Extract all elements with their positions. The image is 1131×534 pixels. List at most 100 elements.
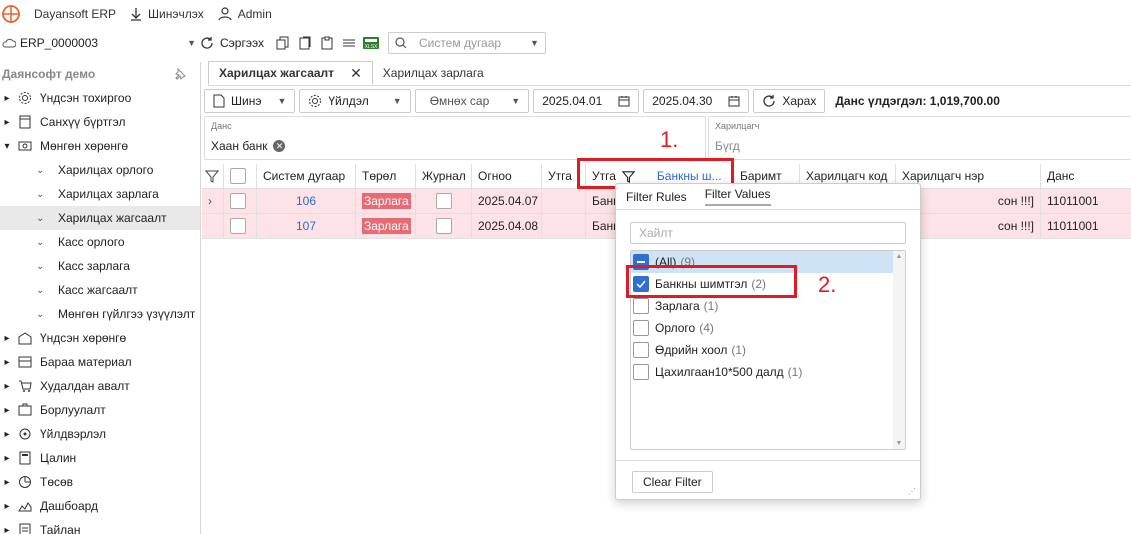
date-from-input[interactable]: 2025.04.01 <box>533 89 640 113</box>
sidebar-item[interactable]: ⌄ Касс орлого <box>0 230 200 254</box>
filter-value-checkbox[interactable] <box>633 342 649 358</box>
excel-export-icon[interactable]: XLSX <box>360 32 382 54</box>
document-icon <box>213 94 225 108</box>
cell-utga <box>542 189 586 213</box>
header-date[interactable]: Огноо <box>472 164 542 188</box>
partner-filter[interactable]: Харилцагч Бүгд <box>708 116 1131 160</box>
inventory-icon <box>14 355 36 369</box>
sidebar-item[interactable]: ▸ Борлуулалт <box>0 398 200 422</box>
sidebar: Даянсофт демо ▸ Үндсэн тохиргоо ▸ Санхүү бү… <box>0 62 201 534</box>
chevron-down-icon: ▼ <box>511 96 521 106</box>
expand-arrow-icon[interactable]: ▸ <box>0 405 14 416</box>
sidebar-item[interactable]: ⌄ Харилцах жагсаалт <box>0 206 200 230</box>
filter-value-item[interactable]: Орлого (4) <box>631 317 905 339</box>
sidebar-item[interactable]: ▸ Үндсэн хөрөнгө <box>0 326 200 350</box>
date-to-input[interactable]: 2025.04.30 <box>643 89 750 113</box>
clear-filter-button[interactable]: Clear Filter <box>632 471 713 493</box>
list-scrollbar[interactable]: ▲ ▼ <box>893 251 905 449</box>
new-button[interactable]: Шинэ ▼ <box>204 89 296 113</box>
filter-value-item[interactable]: Өдрийн хоол (1) <box>631 339 905 361</box>
scroll-up-icon[interactable]: ▲ <box>893 253 905 260</box>
period-label: Өмнөх сар <box>429 94 490 108</box>
sidebar-item[interactable]: ▸ Үндсэн тохиргоо <box>0 86 200 110</box>
sidebar-item[interactable]: ▸ Төсөв <box>0 470 200 494</box>
sidebar-item[interactable]: ▾ Мөнгөн хөрөнгө <box>0 134 200 158</box>
sidebar-item[interactable]: ▸ Дашбоард <box>0 494 200 518</box>
expand-arrow-icon[interactable]: ▸ <box>0 525 14 534</box>
sidebar-item[interactable]: ▸ Тайлан <box>0 518 200 534</box>
tab-filter-rules[interactable]: Filter Rules <box>626 190 687 204</box>
app-logo[interactable]: Dayansoft ERP <box>2 5 116 23</box>
refresh-button[interactable]: Сэргээх <box>196 31 268 55</box>
cell-account: 11011001 <box>1047 219 1099 233</box>
row-checkbox[interactable] <box>224 214 257 238</box>
cell-journal[interactable] <box>416 189 472 213</box>
filter-value-checkbox[interactable] <box>633 320 649 336</box>
update-button[interactable]: Шинэчлэх <box>130 7 204 21</box>
expand-arrow-icon[interactable]: ▸ <box>0 501 14 512</box>
tab-harilcah-zarlaga[interactable]: Харилцах зарлага <box>373 61 494 85</box>
clipboard-icon[interactable] <box>316 32 338 54</box>
sidebar-item[interactable]: ⌄ Харилцах орлого <box>0 158 200 182</box>
filter-value-checkbox[interactable] <box>633 364 649 380</box>
copy-icon[interactable] <box>272 32 294 54</box>
close-icon[interactable]: ✕ <box>350 65 362 82</box>
expand-arrow-icon[interactable]: ▸ <box>0 429 14 440</box>
sidebar-item[interactable]: ▸ Цалин <box>0 446 200 470</box>
header-journal[interactable]: Журнал <box>416 164 472 188</box>
sidebar-item[interactable]: ⌄ Касс зарлага <box>0 254 200 278</box>
cell-system-number[interactable]: 106 <box>257 189 356 213</box>
filter-search-input[interactable]: Хайлт <box>630 222 906 244</box>
tab-harilcah-jagsaalt[interactable]: Харилцах жагсаалт ✕ <box>208 61 373 85</box>
view-button[interactable]: Харах <box>753 89 826 113</box>
company-code: ERP_0000003 <box>20 36 99 50</box>
filter-value-checkbox[interactable] <box>633 298 649 314</box>
app-name: Dayansoft ERP <box>34 7 117 21</box>
sidebar-item[interactable]: ▸ Худалдан авалт <box>0 374 200 398</box>
account-balance: Данс үлдэгдэл: 1,019,700.00 <box>835 94 1000 108</box>
sidebar-item[interactable]: ▸ Санхүү бүртгэл <box>0 110 200 134</box>
clear-icon[interactable]: ✕ <box>273 140 286 152</box>
filter-value-item[interactable]: Цахилгаан10*500 далд (1) <box>631 361 905 383</box>
cell-system-number[interactable]: 107 <box>257 214 356 238</box>
filter-icon[interactable] <box>202 164 224 188</box>
expand-arrow-icon[interactable]: ▸ <box>0 117 14 128</box>
svg-text:XLSX: XLSX <box>365 44 378 50</box>
expand-arrow-icon[interactable]: ▸ <box>0 357 14 368</box>
filter-value-count: (1) <box>703 299 719 313</box>
sidebar-item-label: Дашбоард <box>40 499 99 513</box>
duplicate-icon[interactable] <box>294 32 316 54</box>
user-menu[interactable]: Admin <box>218 7 272 21</box>
system-number-search[interactable]: Систем дугаар ▼ <box>387 32 546 54</box>
tab-filter-values[interactable]: Filter Values <box>704 187 771 206</box>
ledger-icon <box>14 115 36 129</box>
expand-arrow-icon[interactable]: ▸ <box>0 453 14 464</box>
sidebar-item[interactable]: ▸ Үйлдвэрлэл <box>0 422 200 446</box>
company-selector[interactable]: ERP_0000003 ▼ <box>0 36 196 50</box>
filter-value-item[interactable]: Зарлага (1) <box>631 295 905 317</box>
sidebar-item[interactable]: ⌄ Касс жагсаалт <box>0 278 200 302</box>
action-button[interactable]: Үйлдэл ▼ <box>299 89 411 113</box>
sidebar-item[interactable]: ▸ Бараа материал <box>0 350 200 374</box>
header-account[interactable]: Данс <box>1041 164 1131 188</box>
expand-arrow-icon[interactable]: ▸ <box>0 381 14 392</box>
cell-journal[interactable] <box>416 214 472 238</box>
expand-arrow-icon[interactable]: ▸ <box>0 333 14 344</box>
account-filter[interactable]: Данс Хаан банк ✕ <box>204 116 706 160</box>
sidebar-item[interactable]: ⌄ Харилцах зарлага <box>0 182 200 206</box>
scroll-down-icon[interactable]: ▼ <box>893 440 905 447</box>
row-checkbox[interactable] <box>224 189 257 213</box>
header-system-number[interactable]: Систем дугаар <box>257 164 356 188</box>
sidebar-item[interactable]: ⌄ Мөнгөн гүйлгээ үзүүлэлт <box>0 302 200 326</box>
resize-grip-icon[interactable]: ⋰ <box>908 487 916 496</box>
expand-arrow-icon[interactable]: ▸ <box>0 477 14 488</box>
refresh-icon <box>763 95 775 107</box>
header-type[interactable]: Төрөл <box>356 164 416 188</box>
expand-arrow-icon[interactable]: ▾ <box>0 141 14 152</box>
menu-lines-icon[interactable] <box>338 32 360 54</box>
expand-arrow-icon[interactable]: ▸ <box>0 93 14 104</box>
select-all-checkbox[interactable] <box>224 164 257 188</box>
row-indicator-icon: › <box>202 189 224 213</box>
period-select[interactable]: Өмнөх сар ▼ <box>414 89 530 113</box>
gear-icon <box>309 95 322 107</box>
